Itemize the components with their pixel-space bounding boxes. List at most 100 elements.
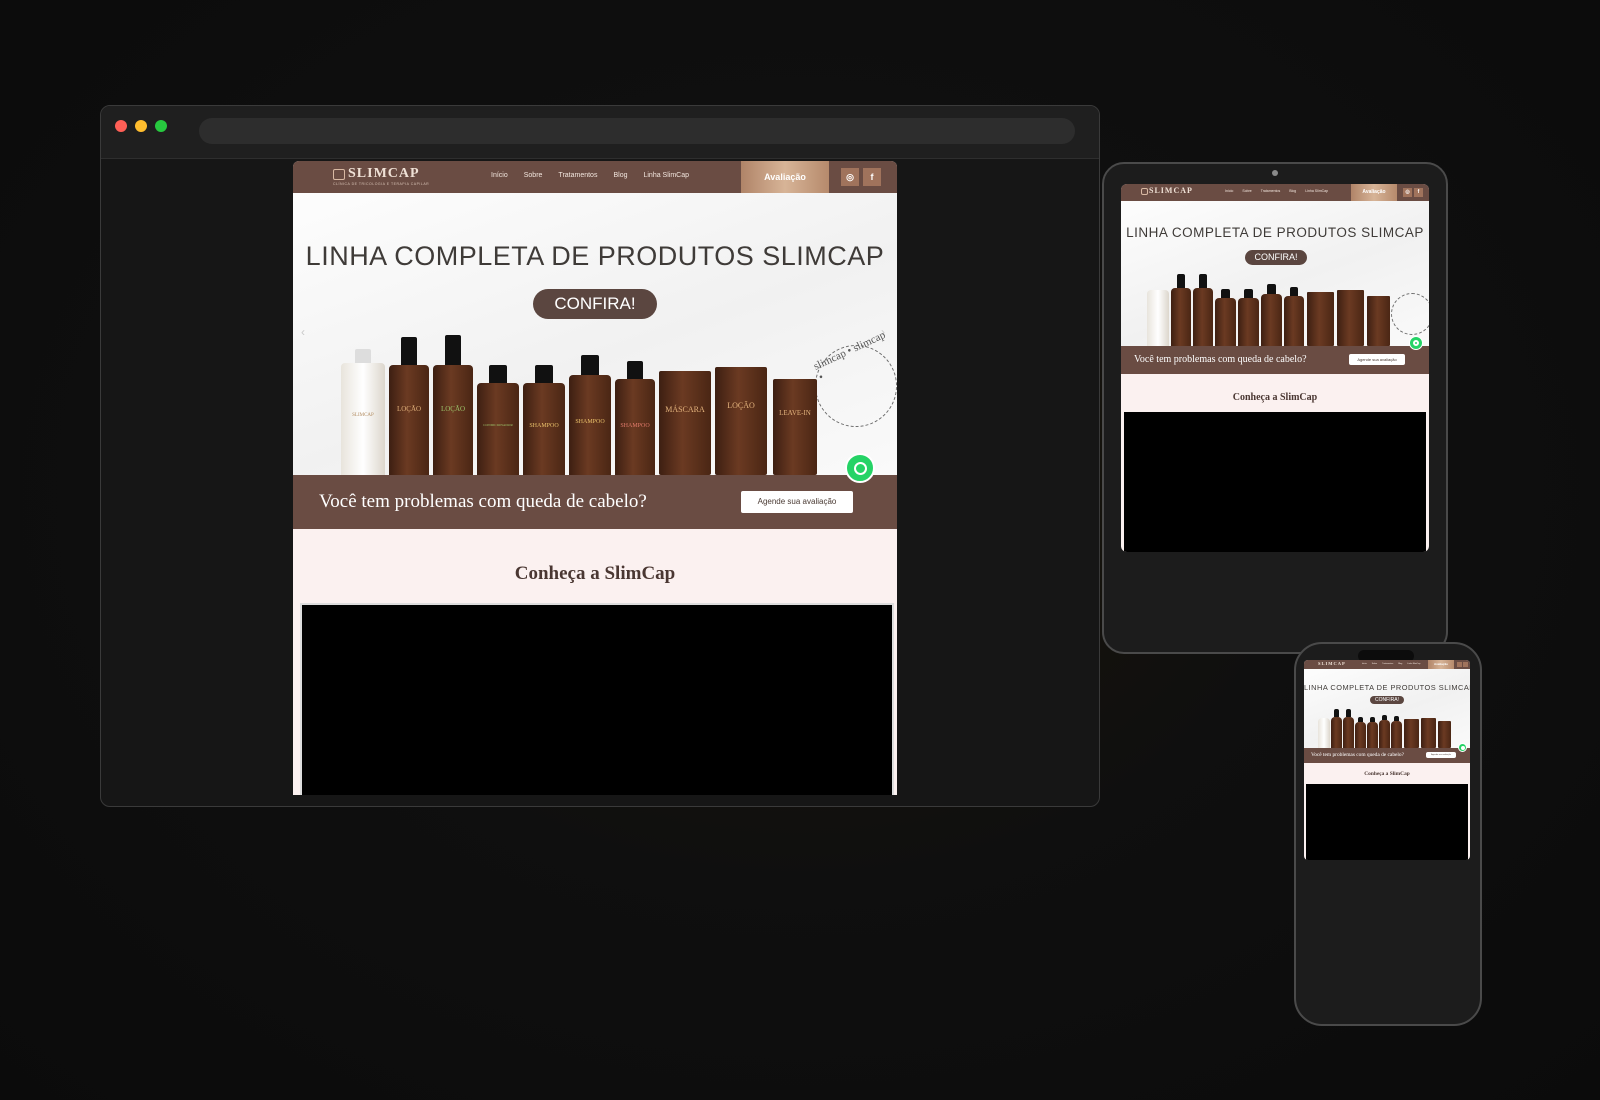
nav-linha-slimcap[interactable]: Linha SlimCap — [643, 172, 689, 179]
facebook-icon[interactable]: f — [1414, 188, 1423, 197]
product-bottle: LOÇÃO — [433, 335, 473, 475]
nav-sobre[interactable]: Sobre — [524, 172, 543, 179]
instagram-icon[interactable]: ◎ — [841, 168, 859, 186]
site-logo[interactable]: SLIMCAP — [1318, 661, 1346, 666]
section-title: Conheça a SlimCap — [1232, 392, 1318, 403]
carousel-prev-icon[interactable]: ‹ — [301, 325, 305, 339]
site-logo[interactable]: SLIMCAP — [348, 166, 420, 182]
website-tablet: SLIMCAP Início Sobre Tratamentos Blog Linha … — [1121, 184, 1429, 552]
website-phone: SLIMCAP Início Sobre Tratamentos Blog Linha … — [1304, 660, 1470, 860]
product-bottle — [1171, 274, 1191, 346]
confira-button[interactable]: CONFIRA! — [1370, 696, 1404, 704]
nav-blog[interactable]: Blog — [1398, 663, 1402, 665]
hero-banner: LINHA COMPLETA DE PRODUTOS SLIMCAP CONFI… — [293, 193, 897, 475]
product-bottle — [1284, 287, 1304, 346]
video-embed[interactable] — [1124, 412, 1426, 552]
product-bottle — [1391, 716, 1402, 748]
close-window-dot[interactable] — [115, 120, 127, 132]
whatsapp-icon[interactable] — [1458, 743, 1467, 752]
product-bottle — [1215, 289, 1236, 346]
site-logo[interactable]: SLIMCAP — [1149, 186, 1193, 195]
product-bottle — [1331, 709, 1342, 748]
product-bottle — [1318, 718, 1330, 748]
product-tube — [1307, 292, 1334, 346]
hero-title: LINHA COMPLETA DE PRODUTOS SLIMCAP — [1304, 683, 1470, 692]
site-menu: Início Sobre Tratamentos Blog Linha SlimCap — [1225, 189, 1337, 193]
product-bottle — [1355, 717, 1366, 748]
product-tube — [1438, 721, 1451, 748]
nav-sobre[interactable]: Sobre — [1372, 663, 1377, 665]
facebook-icon[interactable]: f — [863, 168, 881, 186]
whatsapp-icon[interactable] — [845, 453, 875, 483]
facebook-icon[interactable] — [1463, 662, 1468, 667]
site-menu: Início Sobre Tratamentos Blog Linha SlimCap — [1362, 663, 1425, 665]
avaliacao-button[interactable]: Avaliação — [1428, 660, 1454, 669]
maximize-window-dot[interactable] — [155, 120, 167, 132]
product-tube — [1367, 296, 1390, 346]
product-lineup: SLIMCAP LOÇÃO LOÇÃO CONDICIONADOR SHAMPO… — [341, 331, 841, 475]
nav-blog[interactable]: Blog — [613, 172, 627, 179]
tablet-camera — [1272, 170, 1278, 176]
nav-inicio[interactable]: Início — [1225, 189, 1233, 193]
confira-button[interactable]: CONFIRA! — [1245, 250, 1307, 265]
product-bottle: SHAMPOO — [569, 355, 611, 475]
video-embed[interactable] — [1306, 784, 1468, 860]
website-desktop: SLIMCAP CLÍNICA DE TRICOLOGIA E TERAPIA … — [293, 161, 897, 795]
nav-blog[interactable]: Blog — [1289, 189, 1296, 193]
hero-banner: LINHA COMPLETA DE PRODUTOS SLIMCAP CONFI… — [1121, 201, 1429, 346]
nav-linha-slimcap[interactable]: Linha SlimCap — [1407, 663, 1420, 665]
product-bottle: CONDICIONADOR — [477, 365, 519, 475]
agende-avaliacao-button[interactable]: Agende sua avaliação — [741, 491, 853, 513]
agende-avaliacao-button[interactable]: Agende sua avaliação — [1426, 752, 1456, 758]
nav-inicio[interactable]: Início — [1362, 663, 1367, 665]
section-title: Conheça a SlimCap — [514, 563, 676, 584]
product-tube — [1337, 290, 1364, 346]
cta-band: Você tem problemas com queda de cabelo? … — [1121, 346, 1429, 374]
band-question: Você tem problemas com queda de cabelo? — [1311, 752, 1405, 758]
nav-tratamentos[interactable]: Tratamentos — [1261, 189, 1281, 193]
hero-title: LINHA COMPLETA DE PRODUTOS SLIMCAP — [1126, 225, 1424, 240]
product-bottle: SLIMCAP — [341, 349, 385, 475]
product-bottle — [1147, 290, 1169, 346]
whatsapp-icon[interactable] — [1409, 336, 1423, 350]
desktop-browser-window: SLIMCAP CLÍNICA DE TRICOLOGIA E TERAPIA … — [100, 105, 1100, 807]
nav-linha-slimcap[interactable]: Linha SlimCap — [1305, 189, 1328, 193]
phone-frame: SLIMCAP Início Sobre Tratamentos Blog Linha … — [1294, 642, 1482, 1026]
nav-tratamentos[interactable]: Tratamentos — [558, 172, 597, 179]
agende-avaliacao-button[interactable]: Agende sua avaliação — [1349, 354, 1405, 365]
confira-button[interactable]: CONFIRA! — [533, 289, 657, 319]
product-tube — [1421, 718, 1436, 748]
product-tube: LEAVE-IN — [773, 379, 817, 475]
minimize-window-dot[interactable] — [135, 120, 147, 132]
browser-toolbar — [101, 106, 1099, 159]
band-question: Você tem problemas com queda de cabelo? — [1134, 354, 1307, 365]
cta-band: Você tem problemas com queda de cabelo? … — [1304, 748, 1470, 763]
hero-banner: LINHA COMPLETA DE PRODUTOS SLIMCAP CONFI… — [1304, 669, 1470, 748]
cta-band: Você tem problemas com queda de cabelo? … — [293, 475, 897, 529]
product-tube: LOÇÃO — [715, 367, 767, 475]
site-navbar: SLIMCAP Início Sobre Tratamentos Blog Linha … — [1304, 660, 1470, 669]
site-navbar: SLIMCAP Início Sobre Tratamentos Blog Linha … — [1121, 184, 1429, 201]
instagram-icon[interactable]: ◎ — [1403, 188, 1412, 197]
product-bottle — [1193, 274, 1213, 346]
product-bottle — [1343, 709, 1354, 748]
avaliacao-button[interactable]: Avaliação — [1351, 184, 1397, 201]
avaliacao-button[interactable]: Avaliação — [741, 161, 829, 193]
product-bottle — [1367, 717, 1378, 748]
product-tube: MÁSCARA — [659, 371, 711, 475]
nav-inicio[interactable]: Início — [491, 172, 508, 179]
section-title: Conheça a SlimCap — [1364, 771, 1410, 777]
band-question: Você tem problemas com queda de cabelo? — [319, 491, 647, 512]
address-bar[interactable] — [199, 118, 1075, 144]
product-bottle: SHAMPOO — [615, 361, 655, 475]
product-tube — [1404, 719, 1419, 748]
video-embed[interactable] — [300, 603, 894, 795]
hero-title: LINHA COMPLETA DE PRODUTOS SLIMCAP — [305, 241, 885, 271]
nav-sobre[interactable]: Sobre — [1242, 189, 1251, 193]
logo-icon — [1141, 188, 1148, 195]
nav-tratamentos[interactable]: Tratamentos — [1382, 663, 1393, 665]
instagram-icon[interactable] — [1457, 662, 1462, 667]
product-lineup — [1318, 707, 1458, 748]
product-bottle: LOÇÃO — [389, 337, 429, 475]
site-menu: Início Sobre Tratamentos Blog Linha SlimCap — [491, 172, 705, 179]
